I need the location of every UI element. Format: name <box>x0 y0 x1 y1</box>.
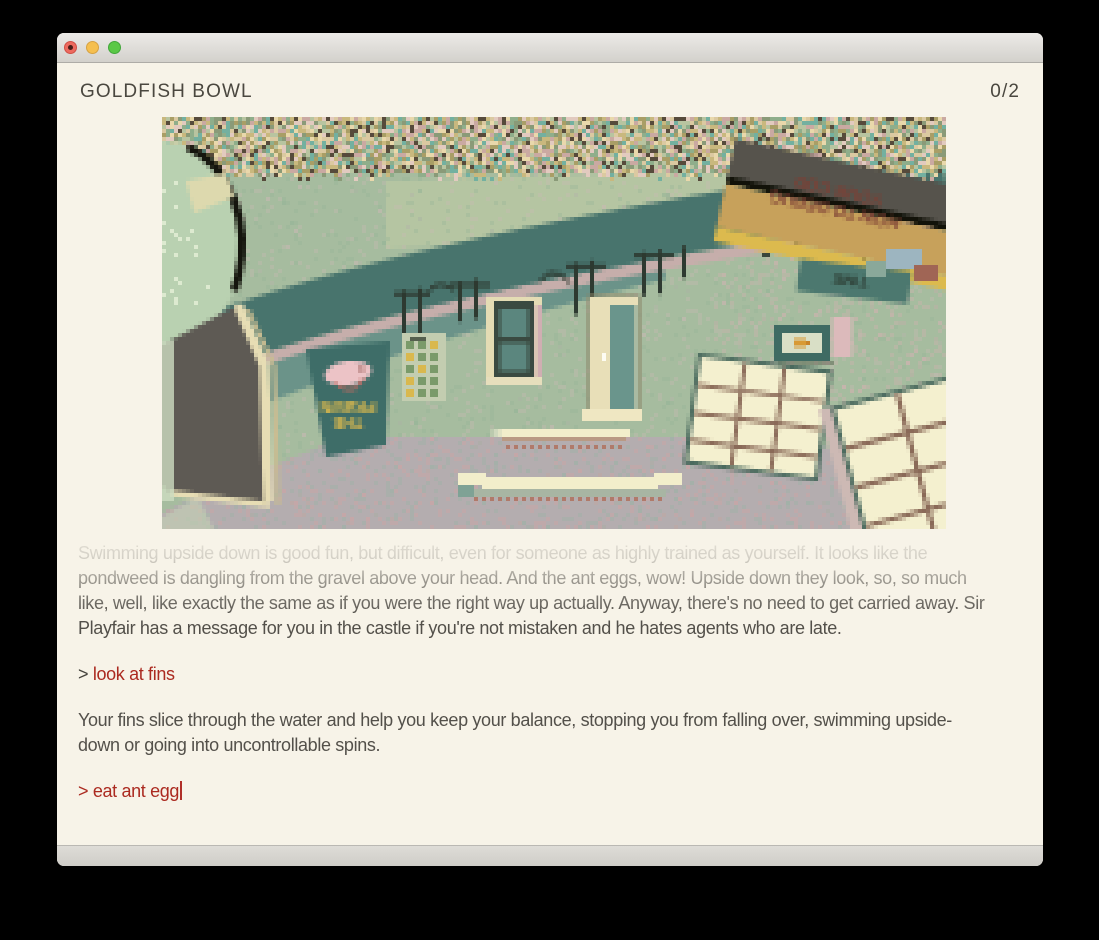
zoom-button[interactable] <box>108 41 121 54</box>
scene-illustration <box>162 117 946 529</box>
game-window: GOLDFISH BOWL 0/2 Swimming upside down i… <box>57 33 1043 866</box>
command-input-line[interactable]: > eat ant egg <box>78 779 1030 804</box>
text-line: Your fins slice through the water and he… <box>78 708 1030 733</box>
game-header: GOLDFISH BOWL 0/2 <box>80 81 1020 103</box>
paragraph-lines: Your fins slice through the water and he… <box>78 708 1030 758</box>
command-history-line: > look at fins <box>78 662 1030 687</box>
paragraph-lines: Swimming upside down is good fun, but di… <box>78 541 1030 641</box>
transcript: Swimming upside down is good fun, but di… <box>78 541 1030 825</box>
minimize-button[interactable] <box>86 41 99 54</box>
command-text: look at fins <box>93 664 175 684</box>
close-button[interactable] <box>64 41 77 54</box>
window-footer-bar <box>57 845 1043 866</box>
story-paragraph: Swimming upside down is good fun, but di… <box>78 541 1030 641</box>
prompt-symbol: > <box>78 664 88 684</box>
text-line: Playfair has a message for you in the ca… <box>78 616 1030 641</box>
close-icon <box>68 45 73 50</box>
story-paragraph: Your fins slice through the water and he… <box>78 708 1030 758</box>
page-title: GOLDFISH BOWL <box>80 81 253 103</box>
prompt-symbol: > <box>78 781 88 801</box>
text-line: like, well, like exactly the same as if … <box>78 591 1030 616</box>
text-line: down or going into uncontrollable spins. <box>78 733 1030 758</box>
title-bar[interactable] <box>57 33 1043 63</box>
command-input-text[interactable]: eat ant egg <box>93 781 179 801</box>
game-content: GOLDFISH BOWL 0/2 Swimming upside down i… <box>57 64 1043 845</box>
traffic-lights <box>64 41 121 54</box>
text-line: Swimming upside down is good fun, but di… <box>78 541 1030 566</box>
score-counter: 0/2 <box>990 81 1020 103</box>
text-cursor <box>180 781 182 800</box>
desktop: { "window": { "title": "GOLDFISH BOWL", … <box>0 0 1099 940</box>
text-line: pondweed is dangling from the gravel abo… <box>78 566 1030 591</box>
